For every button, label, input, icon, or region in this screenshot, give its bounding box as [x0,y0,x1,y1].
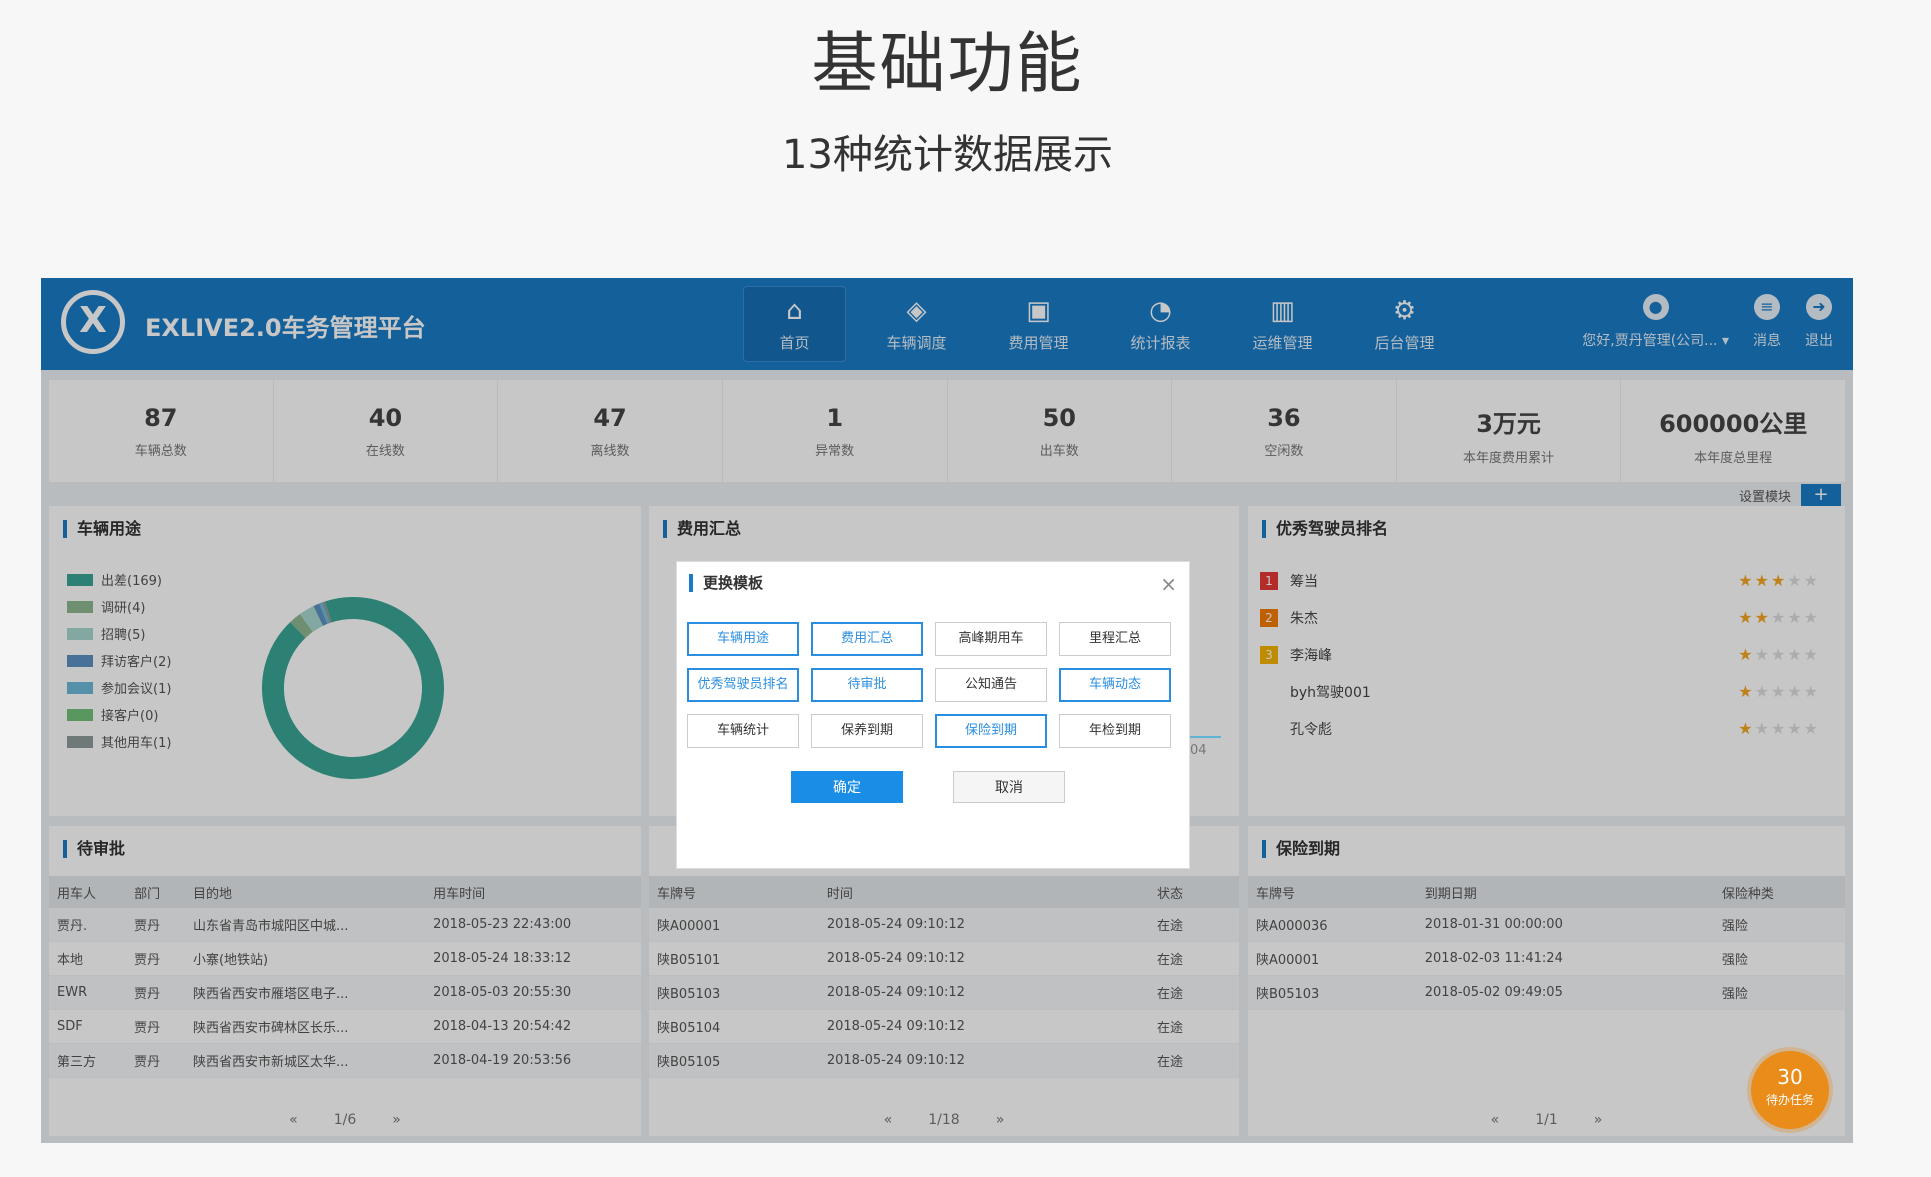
template-option[interactable]: 里程汇总 [1059,622,1171,656]
template-option[interactable]: 车辆动态 [1059,668,1171,702]
template-options: 车辆用途 费用汇总 高峰期用车 里程汇总 优秀驾驶员排名 待审批 公知通告 车辆动态 车辆统计保… [687,622,1171,748]
template-option[interactable]: 高峰期用车 [935,622,1047,656]
template-option[interactable]: 优秀驾驶员排名 [687,668,799,702]
template-option[interactable]: 待审批 [811,668,923,702]
template-option[interactable]: 车辆统计 [687,714,799,748]
cancel-button[interactable]: 取消 [953,771,1065,803]
chart-axis-fragment: 04 [1190,743,1207,758]
change-template-dialog: 更换模板 × 车辆用途 费用汇总 高峰期用车 里程汇总 优秀驾驶员排名 待审批 公知通告 车辆… [676,561,1190,869]
template-option[interactable]: 车辆用途 [687,622,799,656]
template-option[interactable]: 保养到期 [811,714,923,748]
template-option[interactable]: 年检到期 [1059,714,1171,748]
app-screenshot: X EXLIVE2.0车务管理平台 ⌂ 首页 ◈ 车辆调度 ▣ 费用管理 ◔ 统计报表 … [41,278,1853,1143]
dialog-title: 更换模板 [689,574,763,592]
hero-subtitle: 13种统计数据展示 [782,132,1113,178]
task-label: 待办任务 [1765,1093,1814,1107]
task-count: 30 [1777,1065,1803,1089]
close-icon[interactable]: × [1160,572,1177,596]
template-option[interactable]: 费用汇总 [811,622,923,656]
pending-tasks-badge[interactable]: 30 待办任务 [1751,1051,1829,1129]
template-option[interactable]: 公知通告 [935,668,1047,702]
template-option[interactable]: 保险到期 [935,714,1047,748]
hero-title: 基础功能 [811,25,1084,102]
confirm-button[interactable]: 确定 [791,771,903,803]
